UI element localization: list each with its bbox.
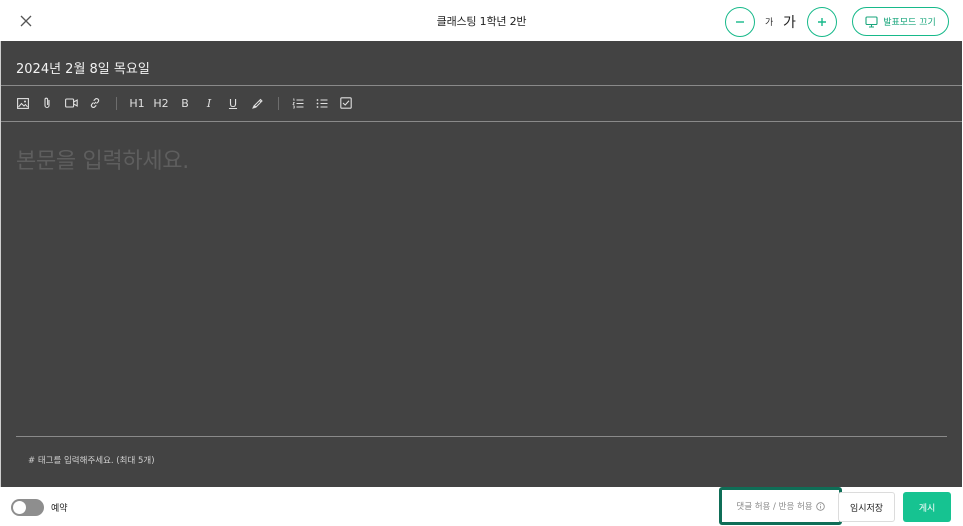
post-button[interactable]: 게시 — [903, 492, 951, 522]
numbered-list-icon — [292, 98, 304, 108]
heading2-label: H2 — [153, 96, 169, 110]
divider — [1, 85, 962, 86]
font-decrease-button[interactable] — [725, 7, 755, 37]
checkbox-icon — [340, 97, 352, 109]
link-icon — [90, 98, 100, 108]
save-draft-button[interactable]: 임시저장 — [838, 492, 895, 522]
heading1-button[interactable]: H1 — [128, 93, 146, 113]
body-input[interactable]: 본문을 입력하세요. — [16, 143, 189, 175]
post-date: 2024년 2월 8일 목요일 — [16, 62, 150, 77]
insert-image-button[interactable] — [14, 93, 32, 113]
bold-label: B — [181, 96, 189, 110]
highlighter-icon — [252, 98, 263, 109]
info-icon — [815, 501, 825, 511]
heading1-label: H1 — [129, 96, 145, 110]
monitor-icon — [865, 15, 878, 28]
underline-label: U — [228, 96, 238, 110]
present-mode-off-button[interactable]: 발표모드 끄기 — [852, 7, 949, 36]
insert-link-button[interactable] — [86, 93, 104, 113]
formatting-toolbar: H1 H2 B I U — [1, 93, 962, 113]
video-icon — [64, 98, 78, 108]
checklist-button[interactable] — [337, 93, 355, 113]
toggle-knob — [13, 501, 26, 514]
numbered-list-button[interactable] — [289, 93, 307, 113]
underline-button[interactable]: U — [224, 93, 242, 113]
font-size-small-label: 가 — [765, 18, 774, 28]
divider — [16, 436, 947, 437]
plus-icon — [818, 18, 826, 26]
divider — [1, 121, 962, 122]
bullet-list-button[interactable] — [313, 93, 331, 113]
reserve-label: 예약 — [51, 504, 68, 514]
minus-icon — [736, 21, 744, 23]
bold-button[interactable]: B — [176, 93, 194, 113]
font-increase-button[interactable] — [807, 7, 837, 37]
image-icon — [17, 97, 29, 109]
tag-input[interactable]: # 태그를 입력해주세요. (최대 5개) — [28, 454, 155, 466]
bullet-list-icon — [316, 98, 328, 108]
bottom-bar: 예약 댓글 허용 / 반응 허용 임시저장 게시 — [0, 487, 963, 526]
italic-label: I — [206, 96, 212, 110]
comment-reaction-setting[interactable]: 댓글 허용 / 반응 허용 — [719, 487, 842, 525]
editor-area: 2024년 2월 8일 목요일 H1 H2 B I U 본문을 입력하세요. #… — [1, 41, 962, 487]
font-size-large-label: 가 — [783, 15, 796, 31]
reserve-toggle[interactable] — [11, 499, 44, 516]
heading2-button[interactable]: H2 — [152, 93, 170, 113]
highlight-button[interactable] — [248, 93, 266, 113]
toolbar-separator — [278, 97, 279, 110]
insert-video-button[interactable] — [62, 93, 80, 113]
paperclip-icon — [44, 97, 50, 109]
toolbar-separator — [116, 97, 117, 110]
comment-setting-label: 댓글 허용 / 반응 허용 — [736, 502, 813, 512]
italic-button[interactable]: I — [200, 93, 218, 113]
top-bar: 클래스팅 1학년 2반 가 가 발표모드 끄기 — [0, 0, 963, 41]
attach-file-button[interactable] — [38, 93, 56, 113]
present-mode-label: 발표모드 끄기 — [883, 18, 936, 28]
